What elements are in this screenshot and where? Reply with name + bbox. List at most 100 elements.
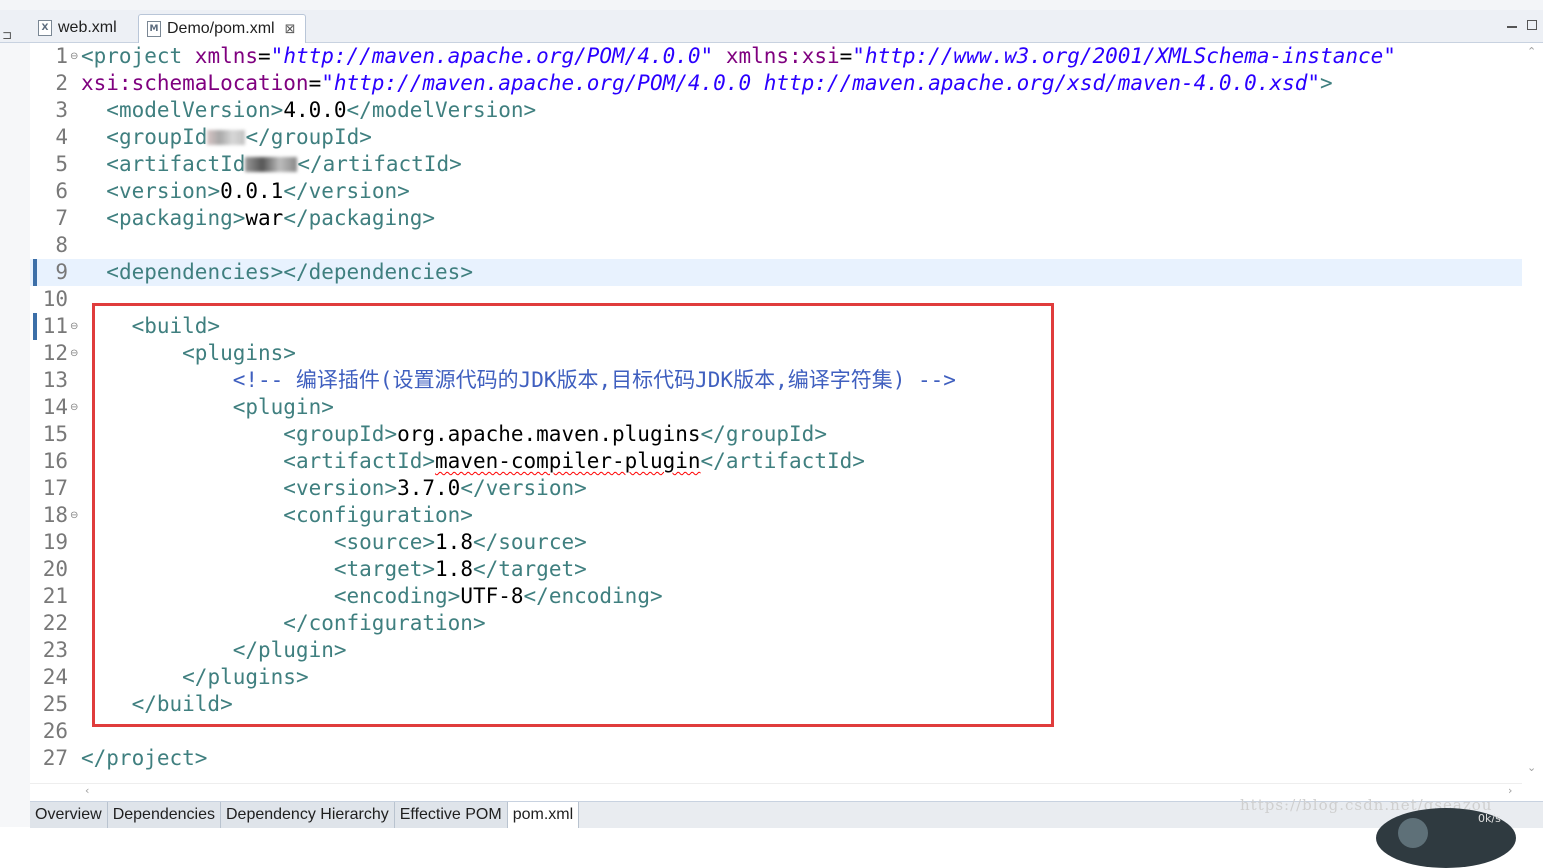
line-number: 18 xyxy=(42,503,68,527)
code-line[interactable]: 3 <modelVersion>4.0.0</modelVersion> xyxy=(30,97,1522,124)
code-editor[interactable]: 1 ⊖ <project xmlns="http://maven.apache.or… xyxy=(30,43,1522,783)
line-number: 22 xyxy=(42,611,68,635)
fold-toggle-icon[interactable]: ⊖ xyxy=(70,43,78,70)
code-line[interactable]: 14 ⊖ <plugin> xyxy=(30,394,1522,421)
line-number: 24 xyxy=(42,665,68,689)
tab-web-xml[interactable]: X web.xml xyxy=(30,14,136,42)
code-text: <target>1.8</target> xyxy=(333,557,587,581)
minimize-panel-icon[interactable]: ⊐ xyxy=(2,28,12,42)
code-text: <plugin> xyxy=(232,395,334,419)
bottom-tab-overview[interactable]: Overview xyxy=(30,802,108,828)
code-text: <project xmlns="http://maven.apache.org/… xyxy=(81,44,1396,68)
line-number: 26 xyxy=(42,719,68,743)
line-number: 3 xyxy=(55,98,68,122)
line-number: 20 xyxy=(42,557,68,581)
code-line[interactable]: 18 ⊖ <configuration> xyxy=(30,502,1522,529)
code-text: xsi:schemaLocation="http://maven.apache.… xyxy=(81,71,1333,95)
code-line[interactable]: 16 <artifactId>maven-compiler-plugin</ar… xyxy=(30,448,1522,475)
line-number: 6 xyxy=(55,179,68,203)
line-number: 8 xyxy=(55,233,68,257)
code-text: </project> xyxy=(81,746,208,770)
code-line[interactable]: 10 xyxy=(30,286,1522,313)
minimize-icon[interactable] xyxy=(1507,26,1517,28)
left-panel-edge xyxy=(0,43,30,827)
fold-toggle-icon[interactable]: ⊖ xyxy=(70,394,78,421)
tab-label: Demo/pom.xml xyxy=(167,20,275,37)
code-line[interactable]: 12 ⊖ <plugins> xyxy=(30,340,1522,367)
line-number: 13 xyxy=(42,368,68,392)
code-line[interactable]: 13 <!-- 编译插件(设置源代码的JDK版本,目标代码JDK版本,编译字符集… xyxy=(30,367,1522,394)
code-line[interactable]: 1 ⊖ <project xmlns="http://maven.apache.or… xyxy=(30,43,1522,70)
bottom-tab-dependencies[interactable]: Dependencies xyxy=(107,802,221,828)
network-speed: 0k/s xyxy=(1478,812,1501,825)
scroll-left-icon[interactable]: ‹ xyxy=(85,784,89,797)
code-line[interactable]: 26 xyxy=(30,718,1522,745)
scroll-right-icon[interactable]: › xyxy=(1508,784,1512,797)
line-number: 27 xyxy=(42,746,68,770)
code-line[interactable]: 27 </project> xyxy=(30,745,1522,772)
code-text: <dependencies></dependencies> xyxy=(106,260,473,284)
code-text: <artifactId </artifactId> xyxy=(106,152,462,176)
code-line[interactable]: 17 <version>3.7.0</version> xyxy=(30,475,1522,502)
scroll-down-icon[interactable]: ⌄ xyxy=(1527,761,1536,774)
line-number: 4 xyxy=(55,125,68,149)
code-text: </configuration> xyxy=(283,611,486,635)
code-line[interactable]: 4 <groupId </groupId> xyxy=(30,124,1522,151)
bottom-tab-effective-pom[interactable]: Effective POM xyxy=(394,802,508,828)
fold-toggle-icon[interactable]: ⊖ xyxy=(70,502,78,529)
code-line[interactable]: 20 <target>1.8</target> xyxy=(30,556,1522,583)
window-top-strip xyxy=(0,0,1543,10)
code-text: <groupId>org.apache.maven.plugins</group… xyxy=(283,422,827,446)
line-number: 25 xyxy=(42,692,68,716)
code-line[interactable]: 25 </build> xyxy=(30,691,1522,718)
code-line[interactable]: 2 xsi:schemaLocation="http://maven.apache… xyxy=(30,70,1522,97)
code-text: <groupId </groupId> xyxy=(106,125,372,149)
bottom-tab-pom-xml[interactable]: pom.xml xyxy=(507,802,580,828)
fold-toggle-icon[interactable]: ⊖ xyxy=(70,340,78,367)
change-marker xyxy=(33,313,37,340)
code-text: <build> xyxy=(131,314,221,338)
code-line[interactable]: 21 <encoding>UTF-8</encoding> xyxy=(30,583,1522,610)
line-number: 14 xyxy=(42,395,68,419)
code-text: </build> xyxy=(131,692,233,716)
code-line[interactable]: 5 <artifactId </artifactId> xyxy=(30,151,1522,178)
vertical-scrollbar[interactable]: ⌃ ⌄ xyxy=(1522,43,1543,783)
code-line[interactable]: 8 xyxy=(30,232,1522,259)
code-line[interactable]: 6 <version>0.0.1</version> xyxy=(30,178,1522,205)
bottom-tab-dependency-hierarchy[interactable]: Dependency Hierarchy xyxy=(220,802,395,828)
code-line[interactable]: 24 </plugins> xyxy=(30,664,1522,691)
line-number: 7 xyxy=(55,206,68,230)
code-line[interactable]: 7 <packaging>war</packaging> xyxy=(30,205,1522,232)
xml-file-icon: X xyxy=(38,20,52,36)
line-number: 10 xyxy=(42,287,68,311)
change-marker xyxy=(33,259,37,286)
line-number: 16 xyxy=(42,449,68,473)
code-line[interactable]: 19 <source>1.8</source> xyxy=(30,529,1522,556)
tab-demo-pom-xml[interactable]: M Demo/pom.xml ⊠ xyxy=(138,14,306,43)
code-text: <modelVersion>4.0.0</modelVersion> xyxy=(106,98,537,122)
line-number: 19 xyxy=(42,530,68,554)
close-icon[interactable]: ⊠ xyxy=(285,22,296,37)
line-number: 1 xyxy=(55,44,68,68)
code-line[interactable]: 22 </configuration> xyxy=(30,610,1522,637)
code-text: </plugin> xyxy=(232,638,347,662)
code-text: <artifactId>maven-compiler-plugin</artif… xyxy=(283,449,865,473)
code-line[interactable]: 23 </plugin> xyxy=(30,637,1522,664)
tab-label: web.xml xyxy=(58,19,117,36)
code-text: <version>3.7.0</version> xyxy=(283,476,587,500)
line-number: 17 xyxy=(42,476,68,500)
window-controls xyxy=(1507,18,1537,30)
maximize-icon[interactable] xyxy=(1527,20,1537,30)
code-line[interactable]: 15 <groupId>org.apache.maven.plugins</gr… xyxy=(30,421,1522,448)
code-text: <version>0.0.1</version> xyxy=(106,179,410,203)
code-line[interactable]: 9 <dependencies></dependencies> xyxy=(30,259,1522,286)
line-number: 5 xyxy=(55,152,68,176)
line-number: 15 xyxy=(42,422,68,446)
code-line[interactable]: 11 ⊖ <build> xyxy=(30,313,1522,340)
scroll-up-icon[interactable]: ⌃ xyxy=(1527,45,1536,58)
code-text: </plugins> xyxy=(182,665,309,689)
fold-toggle-icon[interactable]: ⊖ xyxy=(70,313,78,340)
code-text: <configuration> xyxy=(283,503,473,527)
code-text: <!-- 编译插件(设置源代码的JDK版本,目标代码JDK版本,编译字符集) -… xyxy=(232,368,956,392)
code-text: <source>1.8</source> xyxy=(333,530,587,554)
